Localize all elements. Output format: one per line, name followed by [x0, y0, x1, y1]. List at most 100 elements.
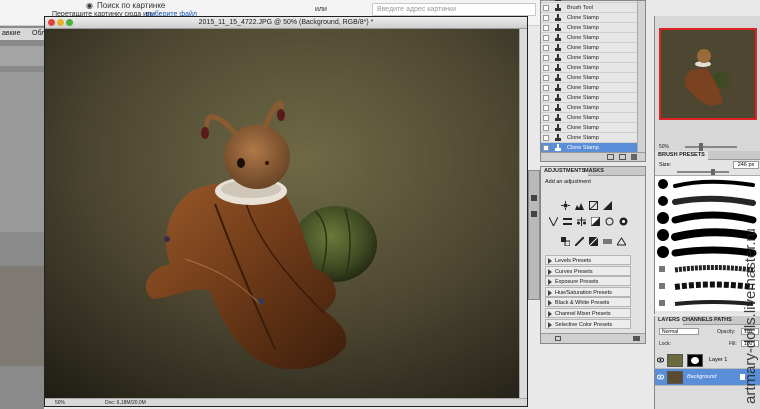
adjustment-preset-item[interactable]: Black & White Presets: [545, 297, 631, 308]
hue-saturation-icon[interactable]: [563, 213, 572, 225]
history-snapshot-icon[interactable]: [543, 45, 549, 51]
selective-color-icon[interactable]: [616, 233, 627, 246]
image-url-input[interactable]: Введите адрес картинки: [372, 3, 536, 16]
posterize-icon[interactable]: [574, 233, 585, 247]
panel-dock-strip: [528, 170, 540, 300]
history-item[interactable]: Clone Stamp: [541, 23, 637, 33]
history-item[interactable]: Clone Stamp: [541, 63, 637, 73]
adjustment-preset-item[interactable]: Hue/Saturation Presets: [545, 286, 631, 297]
history-snapshot-icon[interactable]: [543, 35, 549, 41]
history-item[interactable]: Clone Stamp: [541, 103, 637, 113]
navigator-zoom-slider[interactable]: [685, 143, 737, 151]
history-item[interactable]: Clone Stamp: [541, 133, 637, 143]
layer-mask-thumbnail[interactable]: [687, 354, 703, 367]
history-item[interactable]: Clone Stamp: [541, 113, 637, 123]
history-snapshot-icon[interactable]: [543, 125, 549, 131]
curves-icon[interactable]: [589, 197, 598, 210]
black-white-icon[interactable]: [590, 213, 601, 227]
history-snapshot-icon[interactable]: [543, 55, 549, 61]
threshold-icon[interactable]: [588, 233, 599, 247]
navigator-thumbnail[interactable]: [659, 28, 757, 120]
disclosure-triangle-icon[interactable]: [548, 268, 552, 275]
adjustment-preset-item[interactable]: Curves Presets: [545, 265, 631, 276]
history-item[interactable]: Brush Tool: [541, 3, 637, 13]
history-item[interactable]: Clone Stamp: [541, 83, 637, 93]
invert-icon[interactable]: [561, 233, 571, 247]
brush-preset-row[interactable]: [657, 210, 757, 227]
history-item-label: Clone Stamp: [567, 65, 599, 71]
trash-icon[interactable]: [631, 154, 637, 160]
new-snapshot-icon[interactable]: [607, 154, 614, 160]
preset-label: Hue/Saturation Presets: [555, 289, 612, 296]
disclosure-triangle-icon[interactable]: [548, 258, 552, 264]
disclosure-triangle-icon[interactable]: [548, 311, 552, 317]
delete-adjustment-icon[interactable]: [633, 336, 640, 341]
navigator-slider-handle[interactable]: [699, 143, 703, 151]
layer-name[interactable]: Background: [687, 374, 716, 380]
brush-preset-row[interactable]: [657, 176, 757, 193]
history-item[interactable]: Clone Stamp: [541, 93, 637, 103]
adjustment-preset-item[interactable]: Selective Color Presets: [545, 318, 631, 329]
close-window-icon[interactable]: [48, 19, 55, 26]
history-snapshot-icon[interactable]: [543, 25, 549, 31]
brush-size-slider[interactable]: [677, 169, 729, 175]
history-snapshot-icon[interactable]: [543, 85, 549, 91]
camera-icon[interactable]: ◉: [86, 1, 93, 10]
exposure-icon[interactable]: [603, 197, 612, 210]
minimize-window-icon[interactable]: [57, 19, 64, 26]
visibility-eye-icon[interactable]: [656, 374, 665, 380]
dock-icon-2[interactable]: [531, 211, 537, 217]
document-title-bar[interactable]: 2015_11_15_4722.JPG @ 50% (Background, R…: [45, 17, 527, 29]
brightness-icon[interactable]: [561, 197, 570, 210]
history-snapshot-icon[interactable]: [543, 135, 549, 141]
layer-name[interactable]: Layer 1: [709, 357, 727, 363]
photo-canvas[interactable]: [45, 29, 519, 399]
color-balance-icon[interactable]: [577, 213, 586, 226]
new-document-icon[interactable]: [619, 154, 626, 160]
history-snapshot-icon[interactable]: [543, 145, 549, 151]
document-vertical-scrollbar[interactable]: [519, 29, 527, 399]
history-item[interactable]: Clone Stamp: [541, 123, 637, 133]
history-item[interactable]: Clone Stamp: [541, 13, 637, 23]
brush-tool-icon: [555, 4, 561, 12]
photo-filter-icon[interactable]: [605, 213, 614, 226]
disclosure-triangle-icon[interactable]: [548, 279, 552, 286]
history-snapshot-icon[interactable]: [543, 115, 549, 121]
zoom-window-icon[interactable]: [66, 19, 73, 26]
search-title: Поиск по картинке: [97, 1, 166, 10]
history-scrollbar[interactable]: [637, 1, 645, 153]
brush-size-input[interactable]: 246 px: [733, 161, 759, 169]
history-item[interactable]: Clone Stamp: [541, 73, 637, 83]
history-snapshot-icon[interactable]: [543, 95, 549, 101]
tab-brush-presets[interactable]: BRUSH PRESETS: [655, 151, 708, 160]
levels-icon[interactable]: [575, 197, 584, 210]
history-item-label: Clone Stamp: [567, 25, 599, 31]
status-zoom[interactable]: 50%: [55, 400, 65, 406]
brush-preset-row[interactable]: [657, 193, 757, 210]
visibility-eye-icon[interactable]: [656, 357, 665, 363]
adjustment-preset-item[interactable]: Channel Mixer Presets: [545, 308, 631, 318]
gradient-map-icon[interactable]: [603, 233, 612, 244]
disclosure-triangle-icon[interactable]: [548, 300, 552, 307]
return-icon[interactable]: [555, 336, 561, 341]
tab-paths[interactable]: PATHS: [711, 316, 735, 325]
disclosure-triangle-icon[interactable]: [548, 321, 552, 328]
history-snapshot-icon[interactable]: [543, 5, 549, 11]
history-item[interactable]: Clone Stamp: [541, 53, 637, 63]
blend-mode-select[interactable]: Normal: [659, 328, 699, 335]
channel-mixer-icon[interactable]: [619, 213, 628, 226]
dock-icon-1[interactable]: [531, 195, 537, 201]
history-snapshot-icon[interactable]: [543, 0, 549, 1]
history-snapshot-icon[interactable]: [543, 65, 549, 71]
adjustment-preset-item[interactable]: Levels Presets: [545, 255, 631, 265]
history-snapshot-icon[interactable]: [543, 15, 549, 21]
history-snapshot-icon[interactable]: [543, 75, 549, 81]
navigator-zoom-value[interactable]: 50%: [659, 144, 669, 150]
vibrance-icon[interactable]: [548, 213, 559, 228]
history-item[interactable]: Clone Stamp: [541, 43, 637, 53]
history-snapshot-icon[interactable]: [543, 105, 549, 111]
disclosure-triangle-icon[interactable]: [548, 289, 552, 296]
adjustment-preset-item[interactable]: Exposure Presets: [545, 276, 631, 287]
history-item[interactable]: Clone Stamp: [541, 33, 637, 43]
tab-masks[interactable]: MASKS: [581, 167, 607, 176]
